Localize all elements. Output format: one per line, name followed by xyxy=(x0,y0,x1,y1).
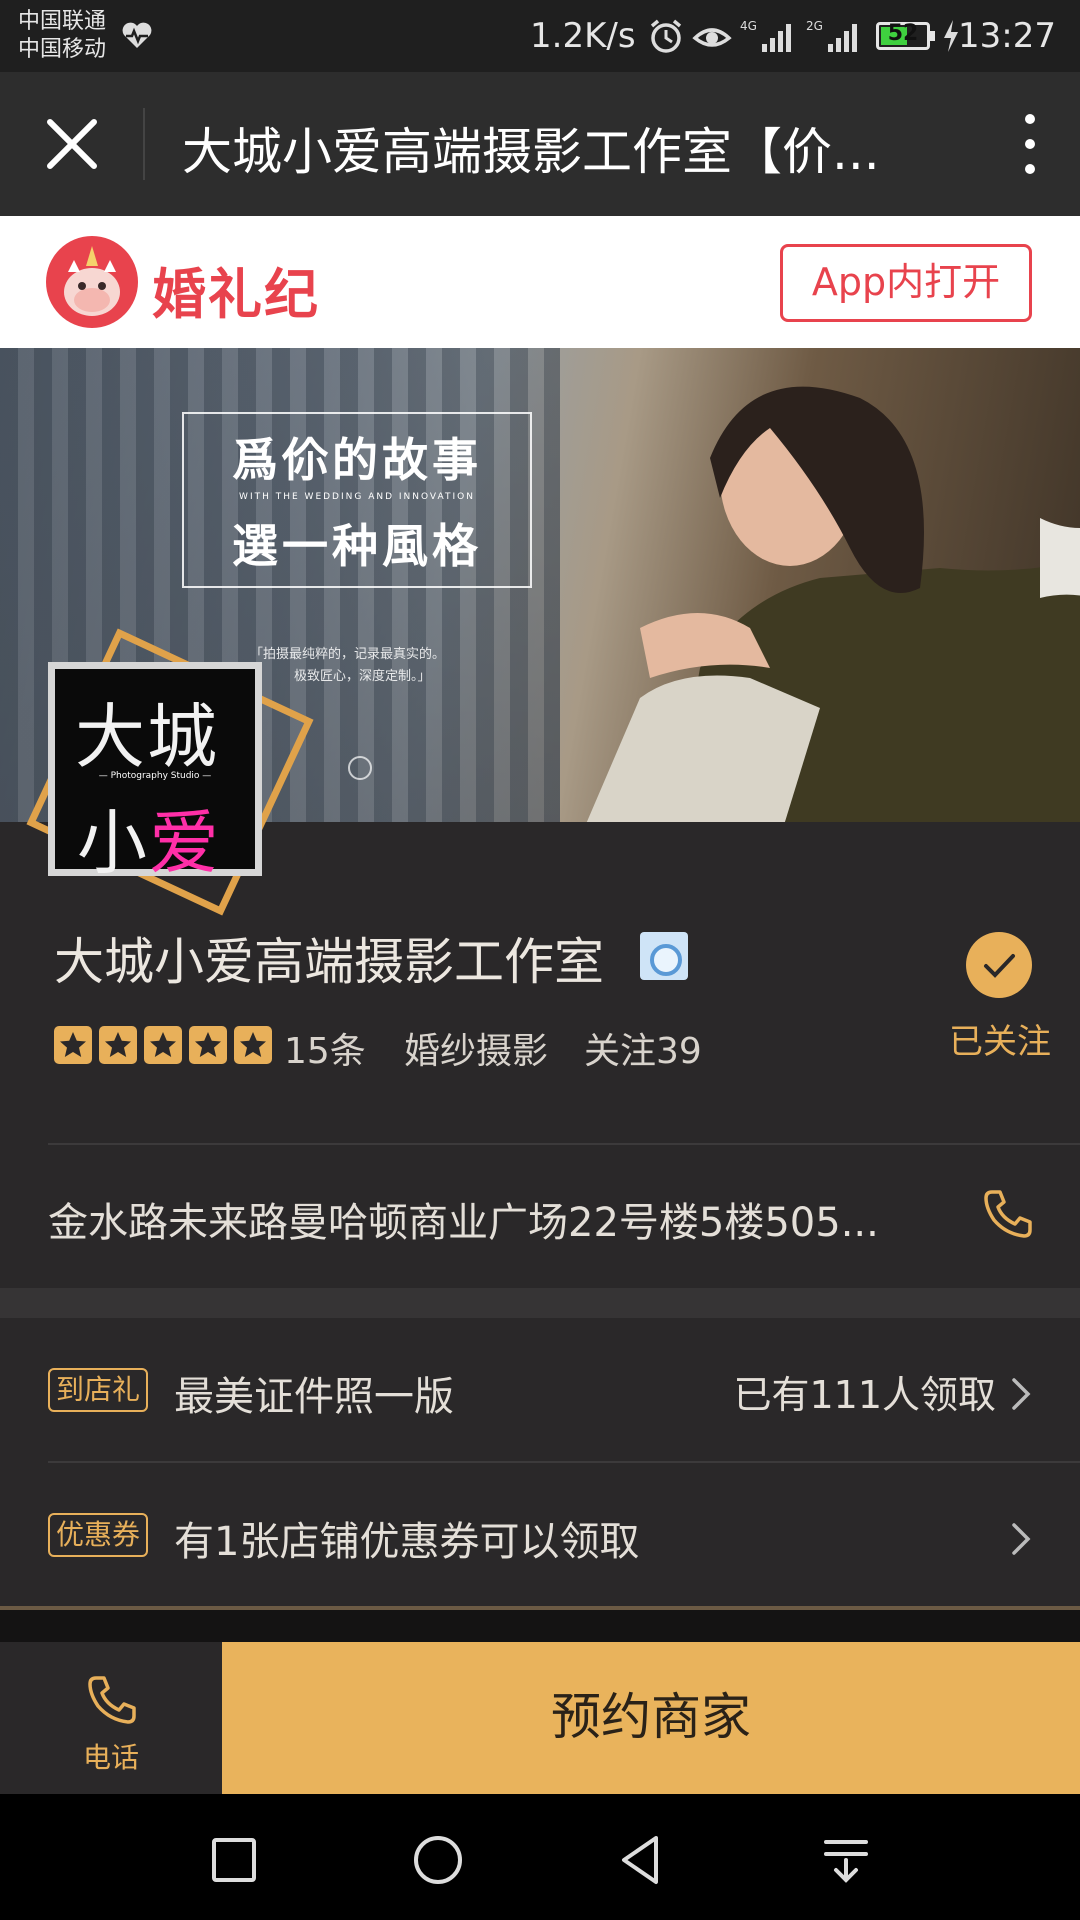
follow-status: 已关注 xyxy=(949,1022,1051,1062)
unicorn-logo-icon xyxy=(46,236,138,328)
star-icon xyxy=(189,1026,227,1064)
home-circle-icon[interactable] xyxy=(408,1830,468,1890)
phone-icon xyxy=(88,1676,136,1724)
screen: 中国联通 中国移动 1.2K/s 4G 2G 52 13:27 大城小爱高端摄影… xyxy=(0,0,1080,1920)
offer-tag: 到店礼 xyxy=(48,1368,149,1412)
shop-logo: 大城 — Photography Studio — 小爱 xyxy=(16,628,314,916)
star-icon xyxy=(99,1026,137,1064)
alarm-icon xyxy=(650,19,682,53)
bottom-action-bar: 电话 预约商家 xyxy=(0,1642,1080,1794)
carrier-names: 中国联通 中国移动 xyxy=(18,8,106,64)
shop-address[interactable]: 金水路未来路曼哈顿商业广场22号楼5楼505... xyxy=(48,1190,908,1248)
page-title: 大城小爱高端摄影工作室【价... xyxy=(182,123,880,181)
webview-titlebar: 大城小爱高端摄影工作室【价... xyxy=(0,72,1080,216)
next-section-peek xyxy=(0,1606,1080,1642)
signal-2g-icon: 2G xyxy=(806,19,857,52)
offer-text: 最美证件照一版 xyxy=(174,1374,454,1420)
app-download-banner: 婚礼纪 App内打开 xyxy=(0,216,1080,348)
follow-button[interactable]: 已关注 xyxy=(944,932,1056,1062)
system-nav-bar xyxy=(0,1794,1080,1920)
svg-text:2G: 2G xyxy=(806,19,823,33)
logo-line-2a: 小 xyxy=(77,802,149,884)
status-bar: 中国联通 中国移动 1.2K/s 4G 2G 52 13:27 xyxy=(0,0,1080,72)
titlebar-divider xyxy=(143,108,145,180)
shop-category: 婚纱摄影 xyxy=(404,1031,549,1072)
offer-claimed-count: 已有111人领取 xyxy=(733,1373,996,1417)
brand-name: 婚礼纪 xyxy=(152,263,320,326)
call-button[interactable]: 电话 xyxy=(0,1642,222,1794)
chevron-right-icon xyxy=(1012,1523,1031,1555)
logo-box: 大城 — Photography Studio — 小爱 xyxy=(48,662,262,884)
logo-line-1: 大城 xyxy=(75,696,219,778)
open-in-app-button[interactable]: App内打开 xyxy=(780,244,1032,322)
star-icon xyxy=(54,1026,92,1064)
book-merchant-button[interactable]: 预约商家 xyxy=(222,1642,1080,1794)
phone-icon[interactable] xyxy=(980,1186,1036,1242)
close-icon[interactable] xyxy=(36,108,108,180)
follower-count: 关注39 xyxy=(584,1031,702,1072)
logo-line-2b: 爱 xyxy=(149,802,221,884)
svg-text:4G: 4G xyxy=(740,19,757,33)
rating-stars xyxy=(54,1026,279,1066)
battery-level: 52 xyxy=(887,21,919,46)
hero-line-1: 爲伱的故事 xyxy=(232,433,482,487)
offer-row-coupon[interactable]: 优惠券 有1张店铺优惠券可以领取 xyxy=(0,1463,1080,1607)
offer-text: 有1张店铺优惠券可以领取 xyxy=(174,1519,640,1565)
carrier-2: 中国移动 xyxy=(18,37,107,62)
more-vertical-icon[interactable] xyxy=(1010,110,1050,178)
hero-photo xyxy=(586,386,1080,822)
notification-pulldown-icon[interactable] xyxy=(816,1830,876,1890)
logo-studio: — Photography Studio — xyxy=(98,771,212,781)
star-icon xyxy=(234,1026,272,1064)
section-gap xyxy=(0,1288,1080,1318)
logo-line-2: 小爱 xyxy=(77,787,221,888)
offer-row-gift[interactable]: 到店礼 最美证件照一版 已有111人领取 xyxy=(0,1318,1080,1462)
recents-square-icon[interactable] xyxy=(204,1830,264,1890)
hero-headline-box: 爲伱的故事 WITH THE WEDDING AND INNOVATION 選一… xyxy=(182,412,532,588)
battery-icon: 52 xyxy=(876,21,935,50)
chevron-right-icon xyxy=(1012,1378,1031,1410)
eye-icon xyxy=(692,28,732,47)
divider xyxy=(48,1143,1080,1145)
shop-name: 大城小爱高端摄影工作室 xyxy=(54,933,604,991)
hero-line-2: 選一种風格 xyxy=(232,519,482,573)
clock: 13:27 xyxy=(958,16,1056,56)
offer-tag: 优惠券 xyxy=(48,1513,149,1557)
star-icon xyxy=(144,1026,182,1064)
signal-4g-icon: 4G xyxy=(740,19,791,52)
heart-pulse-icon xyxy=(122,22,152,48)
hero-subline: WITH THE WEDDING AND INNOVATION xyxy=(239,492,475,502)
back-triangle-icon[interactable] xyxy=(612,1830,672,1890)
verified-ring-icon xyxy=(640,932,688,980)
call-label: 电话 xyxy=(82,1741,139,1774)
carrier-1: 中国联通 xyxy=(18,9,107,34)
network-speed: 1.2K/s xyxy=(530,16,636,56)
carousel-indicator xyxy=(348,756,372,780)
checkmark-icon xyxy=(966,932,1032,998)
review-count[interactable]: 15条 xyxy=(284,1022,366,1074)
